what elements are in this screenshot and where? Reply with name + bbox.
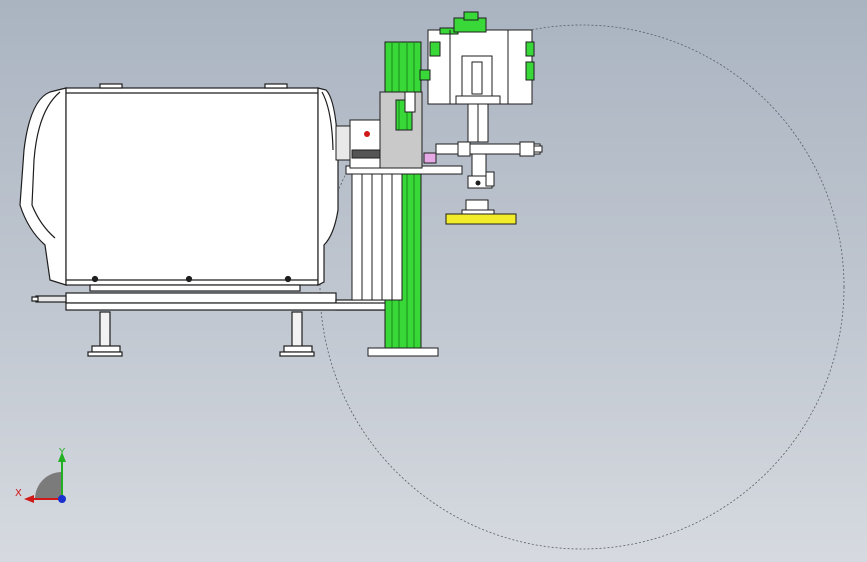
top-motor xyxy=(419,11,535,105)
clamp-block xyxy=(335,119,381,169)
main-housing xyxy=(19,83,339,292)
gripper-assembly xyxy=(445,199,517,225)
x-axis-arrow-icon xyxy=(24,495,34,503)
axis-triad[interactable]: Y X xyxy=(15,447,66,503)
pink-part xyxy=(423,152,437,164)
cad-model-viewport[interactable]: Y X xyxy=(0,0,867,562)
x-axis-label: X xyxy=(15,488,22,499)
support-column xyxy=(351,169,403,301)
y-axis-label: Y xyxy=(58,447,66,458)
horizontal-cylinder xyxy=(435,141,543,157)
z-axis-dot-icon xyxy=(58,495,66,503)
triad-gray-quadrant xyxy=(35,472,62,499)
base-plate xyxy=(31,292,405,357)
